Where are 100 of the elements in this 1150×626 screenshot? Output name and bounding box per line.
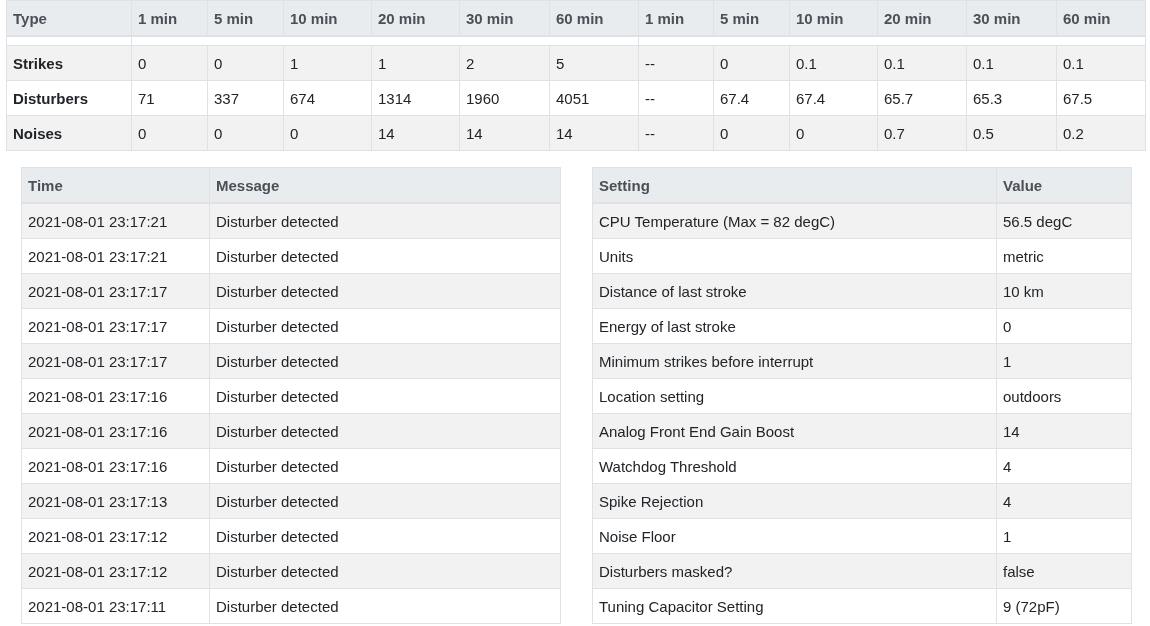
- table-cell: 0: [996, 308, 1132, 344]
- table-cell: 0: [207, 115, 284, 151]
- table-cell: 0: [713, 45, 790, 81]
- table-cell: 0.2: [1056, 115, 1146, 151]
- table-cell: 2021-08-01 23:17:12: [21, 553, 210, 589]
- table-cell: 1: [283, 45, 372, 81]
- table-cell: 14: [549, 115, 639, 151]
- table-cell: 14: [996, 413, 1132, 449]
- table-cell: Watchdog Threshold: [592, 448, 997, 484]
- table-cell: 67.4: [789, 80, 878, 116]
- table-cell: 65.7: [877, 80, 967, 116]
- table-cell: 0.1: [789, 45, 878, 81]
- table-cell: Disturber detected: [209, 588, 561, 624]
- table-cell: 2: [459, 45, 550, 81]
- table-cell: --: [638, 115, 714, 151]
- table-cell: metric: [996, 238, 1132, 274]
- table-cell: Minimum strikes before interrupt: [592, 343, 997, 379]
- table-cell: 2021-08-01 23:17:16: [21, 413, 210, 449]
- table-cell: 2021-08-01 23:17:21: [21, 238, 210, 274]
- table-cell: 2021-08-01 23:17:17: [21, 343, 210, 379]
- table-cell: 67.4: [713, 80, 790, 116]
- table-cell: Location setting: [592, 378, 997, 414]
- table-cell: 56.5 degC: [996, 203, 1132, 239]
- table-cell: 67.5: [1056, 80, 1146, 116]
- column-header: Time: [21, 167, 210, 203]
- table-cell: 0: [283, 115, 372, 151]
- table-cell: 0.1: [877, 45, 967, 81]
- table-cell: 1: [371, 45, 460, 81]
- table-cell: 9 (72pF): [996, 588, 1132, 624]
- table-cell: 2021-08-01 23:17:17: [21, 308, 210, 344]
- table-cell: 5: [549, 45, 639, 81]
- table-cell: 2021-08-01 23:17:21: [21, 203, 210, 239]
- table-cell: 2021-08-01 23:17:16: [21, 378, 210, 414]
- table-cell: 0: [207, 45, 284, 81]
- table-cell: 674: [283, 80, 372, 116]
- column-header: Setting: [592, 167, 997, 203]
- table-cell: Tuning Capacitor Setting: [592, 588, 997, 624]
- table-cell: Disturber detected: [209, 413, 561, 449]
- table-cell: Disturber detected: [209, 448, 561, 484]
- table-cell: 0.1: [966, 45, 1057, 81]
- column-header: 20 min: [371, 0, 460, 36]
- table-cell: 4: [996, 448, 1132, 484]
- table-cell: false: [996, 553, 1132, 589]
- table-cell: 0.5: [966, 115, 1057, 151]
- table-cell: 10 km: [996, 273, 1132, 309]
- table-cell: 65.3: [966, 80, 1057, 116]
- table-cell: 2021-08-01 23:17:12: [21, 518, 210, 554]
- column-header: 60 min: [1056, 0, 1146, 36]
- column-header: 20 min: [877, 0, 967, 36]
- column-header: Value: [996, 167, 1132, 203]
- table-cell: 71: [131, 80, 208, 116]
- column-header: 5 min: [713, 0, 790, 36]
- table-cell: Units: [592, 238, 997, 274]
- table-cell: 2021-08-01 23:17:11: [21, 588, 210, 624]
- table-cell: Distance of last stroke: [592, 273, 997, 309]
- table-cell: 4051: [549, 80, 639, 116]
- table-cell: 1960: [459, 80, 550, 116]
- table-cell: Disturber detected: [209, 203, 561, 239]
- row-header: Strikes: [6, 45, 132, 81]
- column-header: 5 min: [207, 0, 284, 36]
- table-cell: 337: [207, 80, 284, 116]
- table-cell: Noise Floor: [592, 518, 997, 554]
- table-cell: 2021-08-01 23:17:17: [21, 273, 210, 309]
- table-cell: 2021-08-01 23:17:13: [21, 483, 210, 519]
- table-cell: 0: [789, 115, 878, 151]
- table-cell: 0: [131, 115, 208, 151]
- table-cell: Disturber detected: [209, 483, 561, 519]
- table-cell: 2021-08-01 23:17:16: [21, 448, 210, 484]
- column-header: 10 min: [283, 0, 372, 36]
- table-cell: 0.7: [877, 115, 967, 151]
- column-header: 30 min: [459, 0, 550, 36]
- table-cell: Disturber detected: [209, 273, 561, 309]
- table-cell: 1314: [371, 80, 460, 116]
- table-cell: Analog Front End Gain Boost: [592, 413, 997, 449]
- table-cell: Disturber detected: [209, 308, 561, 344]
- table-cell: 1: [996, 343, 1132, 379]
- table-cell: 0: [131, 45, 208, 81]
- row-header: Noises: [6, 115, 132, 151]
- table-cell: Spike Rejection: [592, 483, 997, 519]
- table-cell: outdoors: [996, 378, 1132, 414]
- column-header: 1 min: [131, 0, 208, 36]
- column-header: Type: [6, 0, 132, 36]
- table-cell: Disturber detected: [209, 343, 561, 379]
- table-cell: Disturber detected: [209, 238, 561, 274]
- table-cell: 14: [459, 115, 550, 151]
- table-cell: Disturber detected: [209, 518, 561, 554]
- row-header: Disturbers: [6, 80, 132, 116]
- column-header: 10 min: [789, 0, 878, 36]
- table-cell: Disturbers masked?: [592, 553, 997, 589]
- table-cell: Disturber detected: [209, 378, 561, 414]
- column-header: Message: [209, 167, 561, 203]
- table-cell: CPU Temperature (Max = 82 degC): [592, 203, 997, 239]
- table-cell: 1: [996, 518, 1132, 554]
- table-cell: Disturber detected: [209, 553, 561, 589]
- table-cell: Energy of last stroke: [592, 308, 997, 344]
- table-cell: --: [638, 45, 714, 81]
- table-cell: 0.1: [1056, 45, 1146, 81]
- column-header: 60 min: [549, 0, 639, 36]
- column-header: 1 min: [638, 0, 714, 36]
- table-cell: --: [638, 80, 714, 116]
